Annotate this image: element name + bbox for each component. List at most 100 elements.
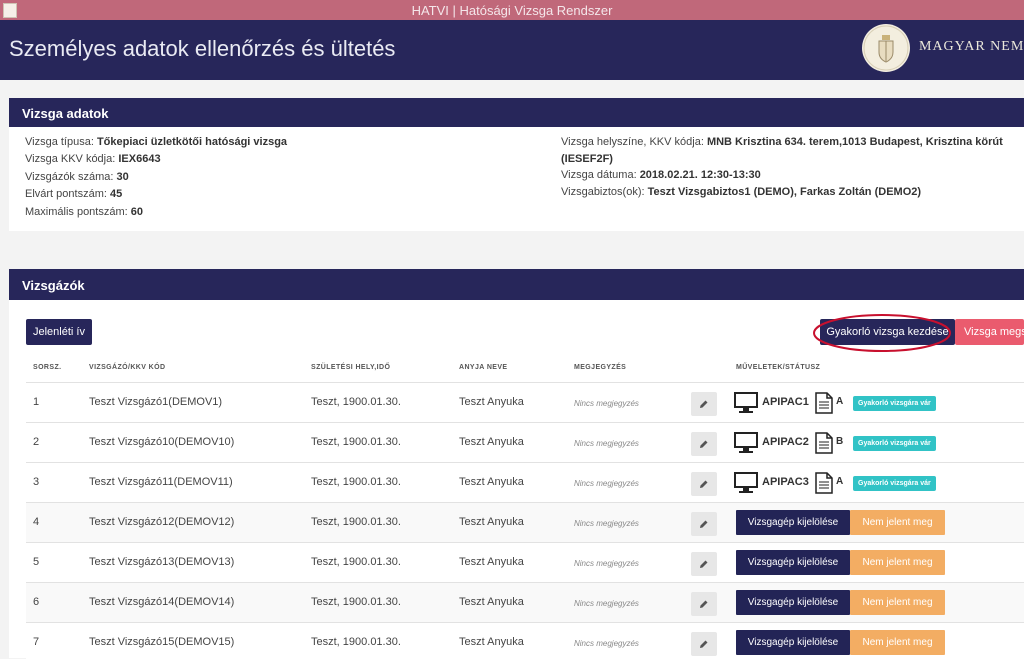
birth-place-date: Teszt, 1900.01.30. (311, 476, 401, 488)
row-number: 4 (33, 516, 40, 528)
note-text: Nincs megjegyzés (574, 559, 639, 568)
col-header-note: MEGJEGYZÉS (574, 364, 627, 371)
org-name: MAGYAR NEMZ (919, 39, 1024, 54)
assigned-pc: APIPAC2 (762, 436, 809, 448)
table-row: 7 Teszt Vizsgázó15(DEMOV15) Teszt, 1900.… (26, 622, 1024, 659)
pencil-icon (700, 440, 708, 448)
coat-of-arms-icon (862, 24, 910, 72)
monitor-icon (734, 472, 758, 493)
exam-variant: A (836, 476, 844, 487)
edit-button[interactable] (691, 592, 717, 616)
exam-location-code: (IESEF2F) (561, 153, 613, 165)
mother-name: Teszt Anyuka (459, 556, 524, 568)
window-title: HATVI | Hatósági Vizsga Rendszer (411, 3, 613, 18)
edit-button[interactable] (691, 552, 717, 576)
exam-panel-header: Vizsga adatok (9, 98, 1024, 127)
table-row: 3 Teszt Vizsgázó11(DEMOV11) Teszt, 1900.… (26, 462, 1024, 503)
max-score: Maximális pontszám: 60 (25, 206, 144, 218)
table-row: 2 Teszt Vizsgázó10(DEMOV10) Teszt, 1900.… (26, 422, 1024, 463)
mother-name: Teszt Anyuka (459, 516, 524, 528)
assigned-pc: APIPAC3 (762, 476, 809, 488)
mother-name: Teszt Anyuka (459, 596, 524, 608)
start-exam-button[interactable]: Vizsga megs (955, 319, 1024, 345)
exam-variant: B (836, 436, 844, 447)
edit-button[interactable] (691, 472, 717, 496)
table-row: 1 Teszt Vizsgázó1(DEMOV1) Teszt, 1900.01… (26, 382, 1024, 423)
candidates-panel-header: Vizsgázók (9, 269, 1024, 300)
row-number: 1 (33, 396, 40, 408)
exam-location: Vizsga helyszíne, KKV kódja: MNB Kriszti… (561, 136, 1003, 148)
col-header-candidate: VIZSGÁZÓ/KKV KÓD (89, 364, 166, 371)
note-text: Nincs megjegyzés (574, 639, 639, 648)
edit-button[interactable] (691, 432, 717, 456)
assign-exam-pc-button[interactable]: Vizsgagép kijelölése (736, 630, 850, 655)
mother-name: Teszt Anyuka (459, 396, 524, 408)
candidate-name: Teszt Vizsgázó14(DEMOV14) (89, 596, 235, 608)
edit-button[interactable] (691, 632, 717, 656)
row-number: 7 (33, 636, 40, 648)
mother-name: Teszt Anyuka (459, 476, 524, 488)
birth-place-date: Teszt, 1900.01.30. (311, 436, 401, 448)
no-show-button[interactable]: Nem jelent meg (850, 630, 945, 655)
assign-exam-pc-button[interactable]: Vizsgagép kijelölése (736, 590, 850, 615)
no-show-button[interactable]: Nem jelent meg (850, 590, 945, 615)
candidate-count: Vizsgázók száma: 30 (25, 171, 129, 183)
mother-name: Teszt Anyuka (459, 636, 524, 648)
highlight-ring (813, 314, 951, 352)
row-number: 2 (33, 436, 40, 448)
exam-type: Vizsga típusa: Tőkepiaci üzletkötői ható… (25, 136, 288, 148)
col-header-actions: MŰVELETEK/STÁTUSZ (736, 364, 821, 371)
row-number: 3 (33, 476, 40, 488)
app-header: Személyes adatok ellenőrzés és ültetés M… (0, 20, 1024, 80)
page-title: Személyes adatok ellenőrzés és ültetés (9, 36, 396, 61)
edit-button[interactable] (691, 392, 717, 416)
table-row: 4 Teszt Vizsgázó12(DEMOV12) Teszt, 1900.… (26, 502, 1024, 543)
assign-exam-pc-button[interactable]: Vizsgagép kijelölése (736, 510, 850, 535)
candidates-panel-title: Vizsgázók (22, 278, 85, 293)
pencil-icon (700, 520, 708, 528)
note-text: Nincs megjegyzés (574, 439, 639, 448)
row-number: 5 (33, 556, 40, 568)
exam-panel: Vizsga típusa: Tőkepiaci üzletkötői ható… (9, 127, 1024, 231)
document-icon (815, 472, 833, 494)
no-show-button[interactable]: Nem jelent meg (850, 550, 945, 575)
note-text: Nincs megjegyzés (574, 519, 639, 528)
document-icon (815, 432, 833, 454)
table-row: 6 Teszt Vizsgázó14(DEMOV14) Teszt, 1900.… (26, 582, 1024, 623)
note-text: Nincs megjegyzés (574, 479, 639, 488)
mother-name: Teszt Anyuka (459, 436, 524, 448)
col-header-birth: SZÜLETÉSI HELY,IDŐ (311, 364, 391, 371)
exam-variant: A (836, 396, 844, 407)
birth-place-date: Teszt, 1900.01.30. (311, 396, 401, 408)
document-icon (815, 392, 833, 414)
pencil-icon (700, 560, 708, 568)
col-header-number: SORSZ. (33, 364, 62, 371)
no-show-button[interactable]: Nem jelent meg (850, 510, 945, 535)
row-number: 6 (33, 596, 40, 608)
exam-date: Vizsga dátuma: 2018.02.21. 12:30-13:30 (561, 169, 761, 181)
exam-examiners: Vizsgabiztos(ok): Teszt Vizsgabiztos1 (D… (561, 186, 922, 198)
edit-button[interactable] (691, 512, 717, 536)
required-score: Elvárt pontszám: 45 (25, 188, 123, 200)
birth-place-date: Teszt, 1900.01.30. (311, 596, 401, 608)
candidate-name: Teszt Vizsgázó12(DEMOV12) (89, 516, 235, 528)
birth-place-date: Teszt, 1900.01.30. (311, 516, 401, 528)
status-badge: Gyakorló vizsgára vár (853, 436, 936, 451)
exam-kkv-code: Vizsga KKV kódja: IEX6643 (25, 153, 161, 165)
candidate-name: Teszt Vizsgázó1(DEMOV1) (89, 396, 223, 408)
col-header-mother: ANYJA NEVE (459, 364, 508, 371)
monitor-icon (734, 392, 758, 413)
table-row: 5 Teszt Vizsgázó13(DEMOV13) Teszt, 1900.… (26, 542, 1024, 583)
candidate-name: Teszt Vizsgázó10(DEMOV10) (89, 436, 235, 448)
birth-place-date: Teszt, 1900.01.30. (311, 556, 401, 568)
pencil-icon (700, 600, 708, 608)
attendance-sheet-button[interactable]: Jelenléti ív (26, 319, 92, 345)
note-text: Nincs megjegyzés (574, 599, 639, 608)
status-badge: Gyakorló vizsgára vár (853, 476, 936, 491)
pencil-icon (700, 480, 708, 488)
assign-exam-pc-button[interactable]: Vizsgagép kijelölése (736, 550, 850, 575)
pencil-icon (700, 400, 708, 408)
candidate-name: Teszt Vizsgázó13(DEMOV13) (89, 556, 235, 568)
birth-place-date: Teszt, 1900.01.30. (311, 636, 401, 648)
assigned-pc: APIPAC1 (762, 396, 809, 408)
